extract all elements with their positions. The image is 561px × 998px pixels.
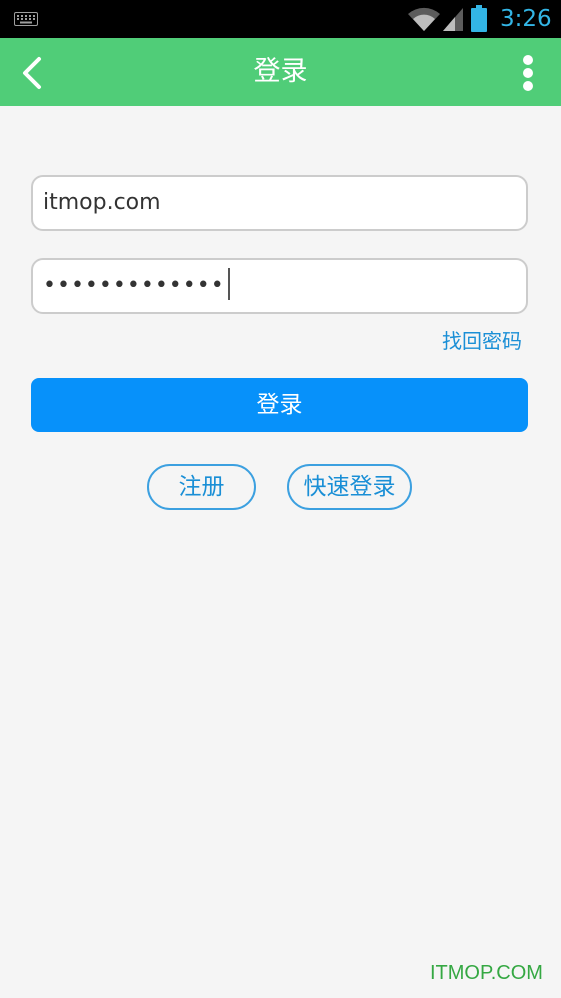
- page-title: 登录: [253, 56, 308, 87]
- back-button[interactable]: [12, 48, 56, 96]
- forgot-password-link[interactable]: 找回密码: [400, 326, 522, 356]
- wifi-icon: [407, 6, 441, 32]
- text-cursor: [227, 268, 230, 300]
- app-bar: 登录: [0, 38, 561, 106]
- register-button[interactable]: 注册: [147, 464, 256, 510]
- quick-login-button[interactable]: 快速登录: [287, 464, 412, 510]
- more-vertical-icon: [523, 55, 533, 65]
- keyboard-icon: [14, 11, 38, 26]
- more-vertical-icon-dot: [523, 68, 533, 78]
- status-bar: 3:26: [0, 0, 561, 38]
- overflow-menu-button[interactable]: [508, 48, 546, 96]
- chevron-left-icon: [23, 57, 41, 89]
- username-input[interactable]: itmop.com: [31, 175, 528, 231]
- battery-icon: [471, 5, 487, 32]
- status-clock: 3:26: [500, 6, 552, 32]
- more-vertical-icon-dot: [523, 81, 533, 91]
- signal-icon: [442, 6, 464, 32]
- login-button[interactable]: 登录: [31, 378, 528, 432]
- password-input[interactable]: •••••••••••••: [31, 258, 528, 314]
- username-value: itmop.com: [43, 190, 161, 215]
- watermark: ITMOP.COM: [430, 962, 543, 984]
- password-value: •••••••••••••: [43, 273, 225, 298]
